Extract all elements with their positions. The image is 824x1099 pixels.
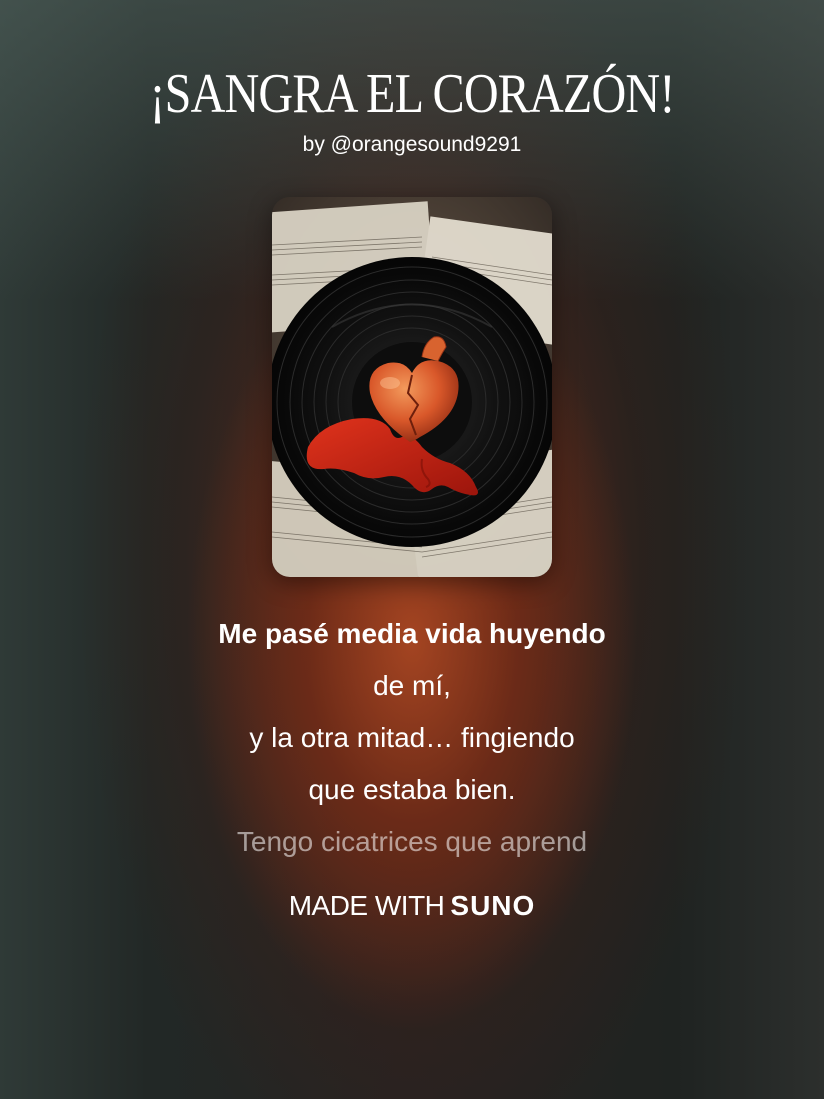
artist-byline[interactable]: by @orangesound9291 — [0, 133, 824, 157]
lyric-line: y la otra mitad… fingiendo — [249, 722, 575, 753]
lyrics-panel: Me pasé media vida huyendo de mí, y la o… — [0, 608, 824, 868]
lyric-line: que estaba bien. — [308, 774, 516, 805]
made-with-suno-badge[interactable]: MADE WITH SUNO — [0, 890, 824, 922]
lyric-line-upcoming: Tengo cicatrices que aprend — [236, 826, 588, 857]
lyric-line: de mí, — [373, 670, 451, 701]
cover-art — [272, 197, 552, 577]
lyric-line-current: Me pasé media vida huyendo — [218, 618, 606, 649]
made-with-label: MADE WITH — [288, 890, 445, 921]
vinyl-record-with-bleeding-heart-icon — [272, 197, 552, 577]
suno-logo: SUNO — [450, 890, 536, 921]
song-title: ¡SANGRA EL CORAZÓN! — [149, 63, 675, 125]
